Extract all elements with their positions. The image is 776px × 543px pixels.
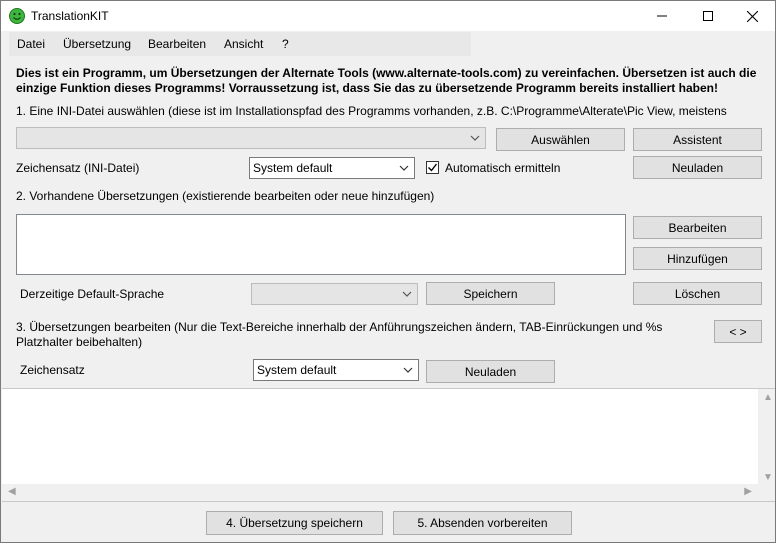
scroll-up-icon[interactable]: ▲: [763, 392, 773, 403]
chevron-down-icon: [403, 367, 413, 373]
add-translation-button[interactable]: Hinzufügen: [633, 247, 762, 270]
close-button[interactable]: [729, 1, 775, 31]
close-icon: [746, 10, 758, 22]
smiley-icon: [9, 8, 25, 24]
editor-charset-select[interactable]: System default: [253, 359, 419, 381]
reload-editor-button[interactable]: Neuladen: [426, 360, 555, 383]
checkmark-icon: [428, 163, 438, 172]
intro-line-1: Dies ist ein Programm, um Übersetzungen …: [16, 66, 757, 80]
wizard-button[interactable]: Assistent: [633, 128, 762, 151]
scroll-corner: [758, 484, 775, 501]
default-language-label: Derzeitige Default-Sprache: [20, 287, 165, 301]
ini-charset-label: Zeichensatz (INI-Datei): [16, 161, 140, 175]
step2-label: 2. Vorhandene Übersetzungen (existierend…: [16, 189, 435, 203]
editor-charset-label: Zeichensatz: [20, 363, 85, 377]
ini-file-select[interactable]: [16, 127, 486, 149]
menu-bar: Datei Übersetzung Bearbeiten Ansicht ?: [9, 32, 471, 56]
ini-charset-value: System default: [253, 161, 333, 175]
maximize-icon: [703, 11, 713, 21]
step3-label-line-2: Platzhalter beibehalten): [16, 335, 143, 349]
reload-ini-button[interactable]: Neuladen: [633, 156, 762, 179]
delete-translation-button[interactable]: Löschen: [633, 282, 762, 305]
scroll-down-icon[interactable]: ▼: [763, 472, 773, 483]
menu-datei[interactable]: Datei: [17, 37, 45, 51]
maximize-button[interactable]: [685, 1, 731, 31]
minimize-icon: [657, 15, 667, 17]
horizontal-scrollbar[interactable]: ◀ ▶: [2, 484, 758, 501]
auto-detect-label: Automatisch ermitteln: [445, 161, 561, 175]
edit-translation-button[interactable]: Bearbeiten: [633, 216, 762, 239]
menu-ansicht[interactable]: Ansicht: [224, 37, 263, 51]
window-title: TranslationKIT: [31, 9, 109, 23]
step1-label: 1. Eine INI-Datei auswählen (diese ist i…: [16, 104, 727, 118]
ini-charset-select[interactable]: System default: [249, 157, 415, 179]
toggle-view-button[interactable]: < >: [714, 320, 762, 343]
translation-editor[interactable]: ▲ ▼ ◀ ▶: [2, 388, 775, 502]
save-default-language-button[interactable]: Speichern: [426, 282, 555, 305]
editor-charset-value: System default: [257, 363, 337, 377]
app-window: TranslationKIT Datei Übersetzung Bearbei…: [0, 0, 776, 543]
minimize-button[interactable]: [639, 1, 685, 31]
intro-line-2: einzige Funktion dieses Programms! Vorra…: [16, 81, 718, 95]
menu-help[interactable]: ?: [282, 37, 289, 51]
prepare-submit-button[interactable]: 5. Absenden vorbereiten: [393, 511, 572, 535]
chevron-down-icon: [399, 165, 409, 171]
scroll-left-icon[interactable]: ◀: [8, 486, 16, 497]
translations-list[interactable]: [16, 214, 626, 275]
step3-label-line-1: 3. Übersetzungen bearbeiten (Nur die Tex…: [16, 320, 663, 334]
save-translation-button[interactable]: 4. Übersetzung speichern: [206, 511, 383, 535]
default-language-select[interactable]: [251, 283, 418, 305]
select-ini-button[interactable]: Auswählen: [496, 128, 625, 151]
title-bar: TranslationKIT: [1, 1, 775, 31]
chevron-down-icon: [470, 135, 480, 141]
scroll-right-icon[interactable]: ▶: [744, 486, 752, 497]
chevron-down-icon: [402, 291, 412, 297]
menu-bearbeiten[interactable]: Bearbeiten: [148, 37, 206, 51]
vertical-scrollbar[interactable]: ▲ ▼: [758, 389, 775, 485]
auto-detect-checkbox[interactable]: [426, 161, 439, 174]
menu-uebersetzung[interactable]: Übersetzung: [63, 37, 131, 51]
